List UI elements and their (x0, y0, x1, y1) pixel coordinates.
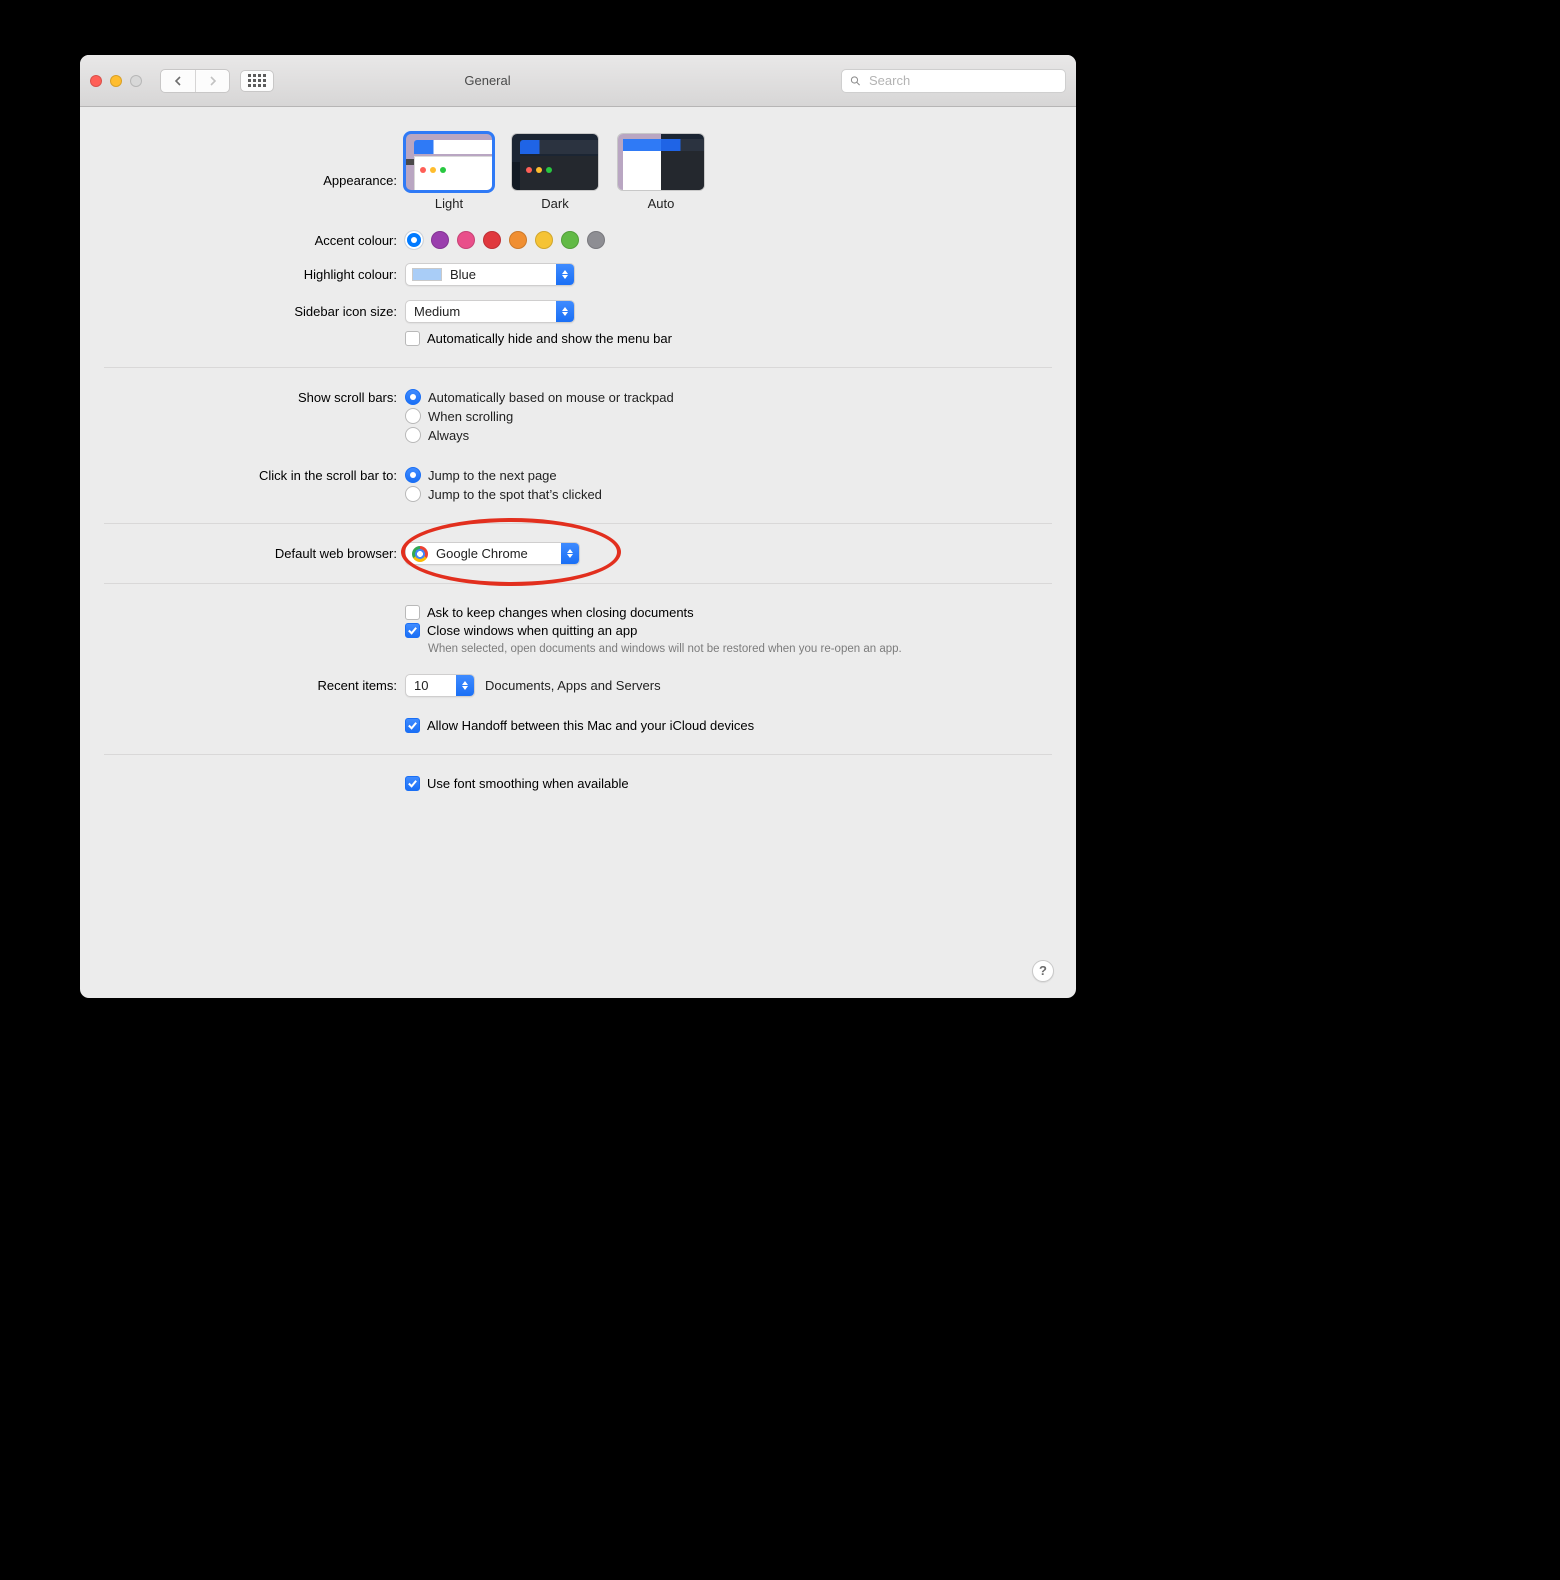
accent-swatch[interactable] (509, 231, 527, 249)
appearance-option-label: Dark (511, 196, 599, 211)
recent-items-dropdown[interactable]: 10 (405, 674, 475, 697)
handoff-label: Allow Handoff between this Mac and your … (427, 718, 754, 733)
accent-swatch[interactable] (457, 231, 475, 249)
sidebar-icon-size-value: Medium (406, 304, 468, 319)
appearance-option-auto[interactable]: Auto (617, 133, 705, 211)
default-browser-dropdown[interactable]: Google Chrome (405, 542, 580, 565)
traffic-lights (90, 75, 142, 87)
click-scroll-bar-next-page[interactable]: Jump to the next page (405, 467, 1046, 483)
highlight-colour-dropdown[interactable]: Blue (405, 263, 575, 286)
appearance-option-dark[interactable]: Dark (511, 133, 599, 211)
dropdown-arrows-icon (556, 301, 574, 322)
font-smoothing-label: Use font smoothing when available (427, 776, 629, 791)
appearance-option-light[interactable]: Light (405, 133, 493, 211)
auto-hide-menubar-checkbox[interactable]: Automatically hide and show the menu bar (405, 331, 1046, 346)
dropdown-arrows-icon (556, 264, 574, 285)
sidebar-icon-size-label: Sidebar icon size: (80, 300, 405, 319)
close-window-button[interactable] (90, 75, 102, 87)
close-windows-label: Close windows when quitting an app (427, 623, 637, 638)
highlight-colour-label: Highlight colour: (80, 263, 405, 282)
scroll-bars-option-whenscrolling[interactable]: When scrolling (405, 408, 1046, 424)
accent-swatch[interactable] (561, 231, 579, 249)
highlight-colour-value: Blue (442, 267, 484, 282)
accent-swatch[interactable] (535, 231, 553, 249)
ask-keep-changes-label: Ask to keep changes when closing documen… (427, 605, 694, 620)
appearance-option-label: Auto (617, 196, 705, 211)
default-browser-label: Default web browser: (80, 542, 405, 561)
accent-swatch[interactable] (405, 231, 423, 249)
recent-items-suffix: Documents, Apps and Servers (485, 678, 661, 693)
dropdown-arrows-icon (561, 543, 579, 564)
accent-colour-label: Accent colour: (80, 229, 405, 248)
search-input[interactable] (867, 72, 1057, 89)
preferences-window: General Appearance: Light Dark (80, 55, 1076, 998)
search-icon (850, 75, 861, 87)
auto-hide-menubar-label: Automatically hide and show the menu bar (427, 331, 672, 346)
appearance-option-label: Light (405, 196, 493, 211)
sidebar-icon-size-dropdown[interactable]: Medium (405, 300, 575, 323)
font-smoothing-checkbox[interactable]: Use font smoothing when available (405, 776, 1046, 791)
recent-items-label: Recent items: (80, 674, 405, 693)
accent-colour-swatches (405, 229, 1046, 249)
search-field[interactable] (841, 69, 1066, 93)
click-scroll-bar-label: Click in the scroll bar to: (80, 464, 405, 483)
close-windows-note: When selected, open documents and window… (428, 642, 928, 658)
handoff-checkbox[interactable]: Allow Handoff between this Mac and your … (405, 718, 1046, 733)
ask-keep-changes-checkbox[interactable]: Ask to keep changes when closing documen… (405, 605, 1046, 620)
dropdown-arrows-icon (456, 675, 474, 696)
appearance-label: Appearance: (80, 133, 405, 188)
accent-swatch[interactable] (483, 231, 501, 249)
accent-swatch[interactable] (431, 231, 449, 249)
zoom-window-button (130, 75, 142, 87)
titlebar: General (80, 55, 1076, 107)
close-windows-checkbox[interactable]: Close windows when quitting an app (405, 623, 1046, 638)
accent-swatch[interactable] (587, 231, 605, 249)
appearance-tiles: Light Dark Auto (405, 133, 1046, 211)
show-scroll-bars-label: Show scroll bars: (80, 386, 405, 405)
highlight-colour-swatch (412, 268, 442, 281)
content: Appearance: Light Dark Auto (80, 107, 1076, 806)
help-button[interactable]: ? (1032, 960, 1054, 982)
minimize-window-button[interactable] (110, 75, 122, 87)
scroll-bars-option-auto[interactable]: Automatically based on mouse or trackpad (405, 389, 1046, 405)
window-title: General (144, 73, 831, 88)
recent-items-value: 10 (406, 678, 436, 693)
default-browser-value: Google Chrome (428, 546, 536, 561)
click-scroll-bar-spot-clicked[interactable]: Jump to the spot that’s clicked (405, 486, 1046, 502)
scroll-bars-option-always[interactable]: Always (405, 427, 1046, 443)
chrome-icon (412, 546, 428, 562)
